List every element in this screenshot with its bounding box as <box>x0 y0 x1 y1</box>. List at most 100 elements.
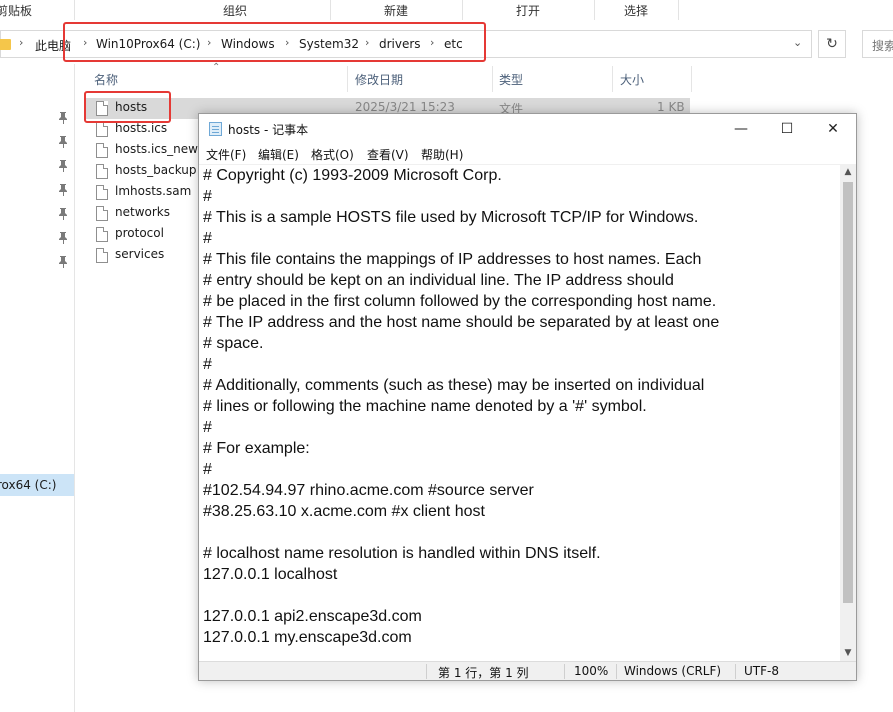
text-line: # localhost name resolution is handled w… <box>203 545 601 562</box>
notepad-title-bar[interactable]: hosts - 记事本 — ☐ ✕ <box>199 114 856 144</box>
minimize-button[interactable]: — <box>718 114 764 144</box>
text-editor[interactable]: # Copyright (c) 1993-2009 Microsoft Corp… <box>199 164 840 661</box>
maximize-icon: ☐ <box>780 121 794 137</box>
pin-icon[interactable] <box>58 256 68 268</box>
pin-icon[interactable] <box>58 160 68 172</box>
close-button[interactable]: ✕ <box>810 114 856 144</box>
column-header-name[interactable]: 名称 <box>94 70 118 90</box>
file-row[interactable]: hosts_backup <box>84 161 199 182</box>
status-line-ending: Windows (CRLF) <box>624 664 722 678</box>
pin-icon[interactable] <box>58 208 68 220</box>
close-icon: ✕ <box>827 121 839 137</box>
pin-icon[interactable] <box>58 184 68 196</box>
column-header-size[interactable]: 大小 <box>620 70 644 90</box>
search-placeholder: 搜索 <box>872 39 893 53</box>
text-line: # This is a sample HOSTS file used by Mi… <box>203 209 699 226</box>
chevron-down-icon[interactable]: ⌄ <box>793 36 802 49</box>
text-line: # space. <box>203 335 264 352</box>
text-line: # <box>203 356 212 373</box>
pin-icon[interactable] <box>58 136 68 148</box>
file-row[interactable]: hosts.ics_new <box>84 140 199 161</box>
nav-item-drive-label: Win10Prox64 (C:) <box>0 478 57 492</box>
text-line: # lines or following the machine name de… <box>203 398 647 415</box>
nav-item-drive[interactable]: Win10Prox64 (C:) <box>0 474 74 496</box>
menu-help[interactable]: 帮助(H) <box>421 146 463 163</box>
notepad-title: hosts - 记事本 <box>228 123 309 137</box>
status-separator <box>564 664 565 679</box>
status-zoom: 100% <box>574 664 609 678</box>
maximize-button[interactable]: ☐ <box>764 114 810 144</box>
refresh-icon: ↻ <box>826 36 838 52</box>
status-bar: 第 1 行，第 1 列 100% Windows (CRLF) UTF-8 <box>199 661 856 680</box>
column-header-type[interactable]: 类型 <box>499 70 523 90</box>
file-icon <box>96 122 108 137</box>
file-icon <box>96 248 108 263</box>
menu-edit[interactable]: 编辑(E) <box>258 146 299 163</box>
menu-file[interactable]: 文件(F) <box>206 146 246 163</box>
status-separator <box>616 664 617 679</box>
file-row[interactable]: services <box>84 245 199 266</box>
ribbon-group-select: 选择 <box>623 4 648 18</box>
text-line: #102.54.94.97 rhino.acme.com #source ser… <box>203 482 534 499</box>
text-line: 127.0.0.1 my.enscape3d.com <box>203 629 412 646</box>
status-encoding: UTF-8 <box>744 664 779 678</box>
scroll-up-icon[interactable]: ▲ <box>840 164 856 180</box>
ribbon-separator <box>678 0 679 20</box>
ribbon-group-clipboard: 剪贴板 <box>0 4 33 18</box>
address-highlight-box <box>63 22 486 62</box>
menu-view[interactable]: 查看(V) <box>367 146 409 163</box>
menu-format[interactable]: 格式(O) <box>311 146 354 163</box>
file-icon <box>96 227 108 242</box>
file-name: protocol <box>115 226 164 240</box>
file-row[interactable]: lmhosts.sam <box>84 182 199 203</box>
file-name: networks <box>115 205 170 219</box>
folder-icon <box>0 39 11 50</box>
status-cursor-position: 第 1 行，第 1 列 <box>438 666 529 680</box>
vertical-scrollbar[interactable]: ▲ ▼ <box>840 164 856 661</box>
text-line: # For example: <box>203 440 310 457</box>
file-name: services <box>115 247 165 261</box>
column-separator[interactable] <box>691 66 692 92</box>
chevron-right-icon[interactable]: › <box>19 36 23 49</box>
status-separator <box>426 664 427 679</box>
ribbon-group-open: 打开 <box>515 4 540 18</box>
text-line: # <box>203 461 212 478</box>
text-line: 127.0.0.1 api2.enscape3d.com <box>203 608 422 625</box>
file-icon <box>96 185 108 200</box>
scroll-down-icon[interactable]: ▼ <box>840 645 856 661</box>
text-line: 127.0.0.1 localhost <box>203 566 338 583</box>
file-row[interactable]: networks <box>84 203 199 224</box>
scrollbar-thumb[interactable] <box>843 182 853 603</box>
text-line: # Copyright (c) 1993-2009 Microsoft Corp… <box>203 167 502 184</box>
file-name: lmhosts.sam <box>115 184 192 198</box>
text-line: # <box>203 230 212 247</box>
text-line: # <box>203 419 212 436</box>
navigation-pane: Win10Prox64 (C:) <box>0 64 75 712</box>
text-line: # be placed in the first column followed… <box>203 293 717 310</box>
file-size: 1 KB <box>657 100 685 114</box>
pin-icon[interactable] <box>58 112 68 124</box>
pin-icon[interactable] <box>58 232 68 244</box>
text-line: # <box>203 188 212 205</box>
column-header-modified[interactable]: 修改日期 <box>355 70 403 90</box>
file-icon <box>96 143 108 158</box>
refresh-button[interactable]: ↻ <box>818 30 846 58</box>
ribbon: 剪贴板 组织 新建 打开 选择 <box>0 0 893 22</box>
file-row[interactable]: protocol <box>84 224 199 245</box>
text-line: # This file contains the mappings of IP … <box>203 251 702 268</box>
notepad-window: hosts - 记事本 — ☐ ✕ 文件(F) 编辑(E) 格式(O) 查看(V… <box>198 113 857 681</box>
file-icon <box>96 206 108 221</box>
file-name: hosts.ics <box>115 121 168 135</box>
column-separator[interactable] <box>612 66 613 92</box>
column-separator[interactable] <box>347 66 348 92</box>
text-line: #38.25.63.10 x.acme.com #x client host <box>203 503 485 520</box>
sort-ascending-icon[interactable]: ⌃ <box>212 62 220 73</box>
search-input[interactable]: 搜索 <box>862 30 893 58</box>
column-separator[interactable] <box>492 66 493 92</box>
file-name: hosts.ics_new <box>115 142 198 156</box>
ribbon-group-new: 新建 <box>383 4 408 18</box>
notepad-app-icon <box>209 122 222 136</box>
file-icon <box>96 164 108 179</box>
minimize-icon: — <box>734 121 748 137</box>
text-line: # entry should be kept on an individual … <box>203 272 674 289</box>
